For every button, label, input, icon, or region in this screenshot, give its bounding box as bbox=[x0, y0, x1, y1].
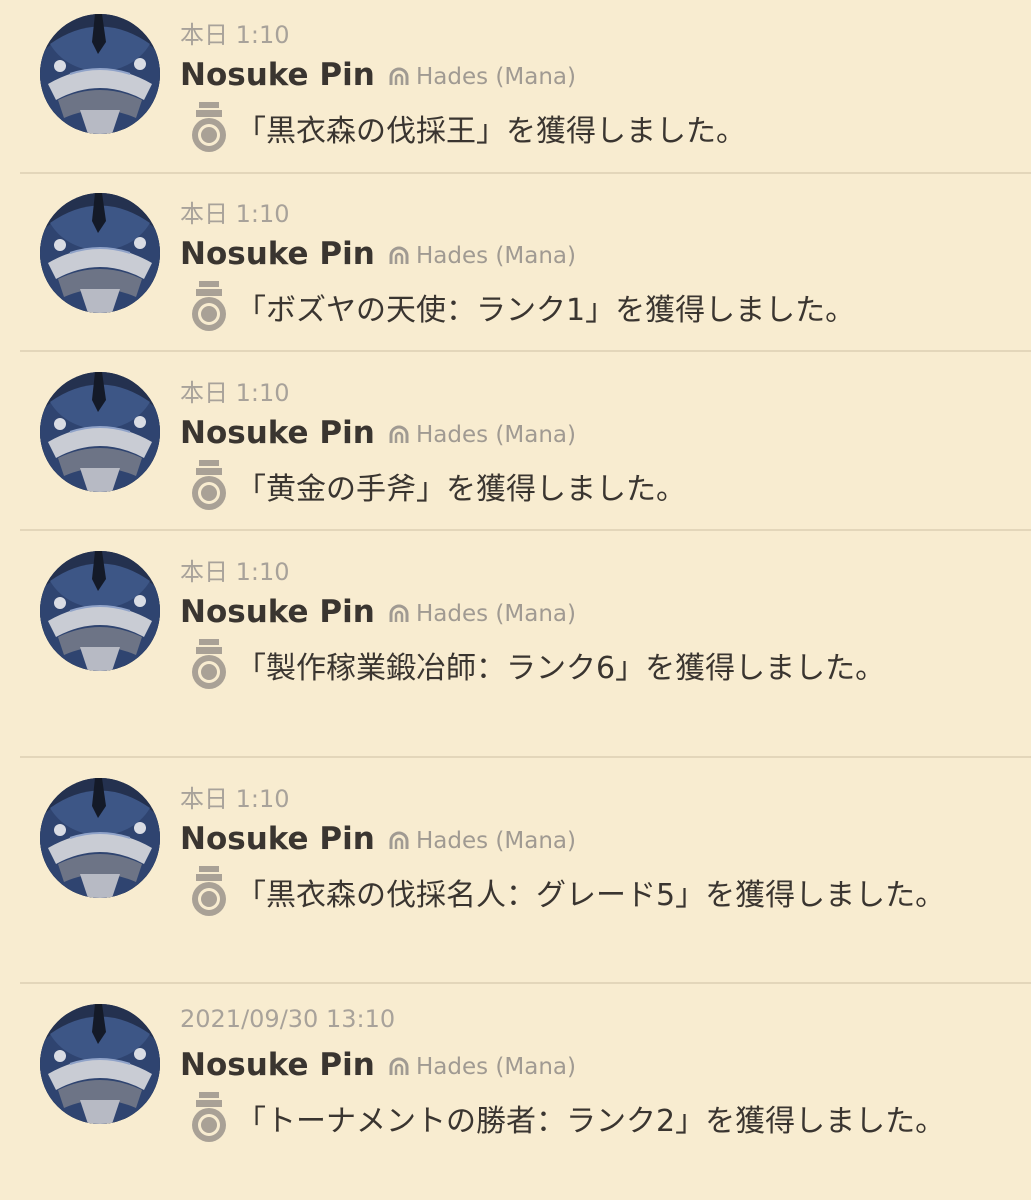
achievement-message: 「黄金の手斧」を獲得しました。 bbox=[236, 472, 686, 507]
avatar[interactable] bbox=[40, 778, 160, 898]
world-label[interactable]: Hades (Mana) bbox=[388, 422, 576, 448]
timestamp: 本日 1:10 bbox=[180, 200, 290, 228]
world-name: Hades (Mana) bbox=[416, 1054, 576, 1080]
achievement-message: 「黒衣森の伐採名人：グレード5」を獲得しました。 bbox=[236, 878, 946, 913]
world-server-icon bbox=[388, 1056, 410, 1078]
divider bbox=[20, 350, 1031, 352]
world-name: Hades (Mana) bbox=[416, 64, 576, 90]
divider bbox=[20, 756, 1031, 758]
world-name: Hades (Mana) bbox=[416, 422, 576, 448]
timestamp: 本日 1:10 bbox=[180, 785, 290, 813]
avatar[interactable] bbox=[40, 193, 160, 313]
world-name: Hades (Mana) bbox=[416, 243, 576, 269]
divider bbox=[20, 982, 1031, 984]
activity-feed: 本日 1:10 Nosuke Pin Hades (Mana) 「黒衣森の伐採王… bbox=[0, 0, 1031, 1200]
medal-icon bbox=[188, 102, 230, 154]
medal-icon bbox=[188, 460, 230, 512]
avatar[interactable] bbox=[40, 14, 160, 134]
avatar[interactable] bbox=[40, 372, 160, 492]
world-label[interactable]: Hades (Mana) bbox=[388, 243, 576, 269]
world-server-icon bbox=[388, 830, 410, 852]
medal-icon bbox=[188, 1092, 230, 1144]
character-name[interactable]: Nosuke Pin bbox=[180, 821, 375, 857]
medal-icon bbox=[188, 866, 230, 918]
achievement-message: 「ボズヤの天使：ランク1」を獲得しました。 bbox=[236, 293, 856, 328]
avatar[interactable] bbox=[40, 551, 160, 671]
world-label[interactable]: Hades (Mana) bbox=[388, 64, 576, 90]
world-name: Hades (Mana) bbox=[416, 601, 576, 627]
world-name: Hades (Mana) bbox=[416, 828, 576, 854]
avatar[interactable] bbox=[40, 1004, 160, 1124]
character-name[interactable]: Nosuke Pin bbox=[180, 594, 375, 630]
world-server-icon bbox=[388, 424, 410, 446]
character-name[interactable]: Nosuke Pin bbox=[180, 415, 375, 451]
world-label[interactable]: Hades (Mana) bbox=[388, 1054, 576, 1080]
character-name[interactable]: Nosuke Pin bbox=[180, 236, 375, 272]
world-label[interactable]: Hades (Mana) bbox=[388, 828, 576, 854]
timestamp: 2021/09/30 13:10 bbox=[180, 1005, 396, 1033]
achievement-message: 「トーナメントの勝者：ランク2」を獲得しました。 bbox=[236, 1104, 946, 1139]
timestamp: 本日 1:10 bbox=[180, 379, 290, 407]
divider bbox=[20, 172, 1031, 174]
timestamp: 本日 1:10 bbox=[180, 558, 290, 586]
world-server-icon bbox=[388, 603, 410, 625]
medal-icon bbox=[188, 281, 230, 333]
character-name[interactable]: Nosuke Pin bbox=[180, 1047, 375, 1083]
world-label[interactable]: Hades (Mana) bbox=[388, 601, 576, 627]
achievement-message: 「黒衣森の伐採王」を獲得しました。 bbox=[236, 114, 746, 149]
achievement-message: 「製作稼業鍛冶師：ランク6」を獲得しました。 bbox=[236, 651, 886, 686]
divider bbox=[20, 529, 1031, 531]
world-server-icon bbox=[388, 66, 410, 88]
medal-icon bbox=[188, 639, 230, 691]
world-server-icon bbox=[388, 245, 410, 267]
character-name[interactable]: Nosuke Pin bbox=[180, 57, 375, 93]
timestamp: 本日 1:10 bbox=[180, 21, 290, 49]
